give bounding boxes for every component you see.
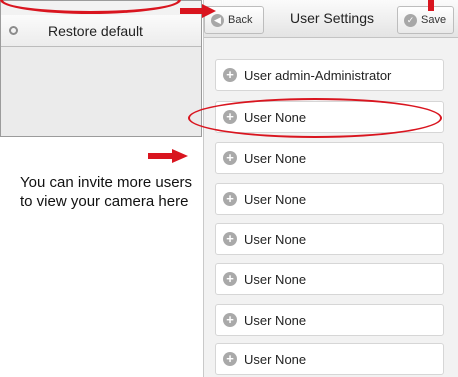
user-row[interactable]: + User None	[215, 263, 444, 295]
plus-icon: +	[223, 313, 237, 327]
plus-icon: +	[223, 151, 237, 165]
user-row-admin[interactable]: + User admin-Administrator	[215, 59, 444, 91]
red-arrow-down-icon	[428, 0, 434, 11]
save-button-label: Save	[421, 14, 447, 26]
plus-icon: +	[223, 232, 237, 246]
user-row[interactable]: + User None	[215, 183, 444, 215]
plus-icon: +	[223, 352, 237, 366]
red-arrow-icon	[180, 4, 216, 18]
highlight-oval-user-row	[188, 98, 442, 138]
user-row[interactable]: + User None	[215, 343, 444, 375]
user-row[interactable]: + User None	[215, 142, 444, 174]
user-label: User admin-Administrator	[244, 67, 392, 83]
check-icon: ✓	[404, 13, 417, 27]
user-label: User None	[244, 271, 307, 287]
settings-menu-panel: Restore default	[0, 0, 202, 137]
red-arrow-icon	[148, 149, 188, 163]
user-label: User None	[244, 231, 307, 247]
plus-icon: +	[223, 272, 237, 286]
gear-icon	[9, 26, 18, 35]
restore-default-item[interactable]: Restore default	[1, 15, 201, 47]
user-label: User None	[244, 351, 307, 367]
user-row[interactable]: + User None	[215, 223, 444, 255]
plus-icon: +	[223, 192, 237, 206]
restore-default-label: Restore default	[48, 22, 143, 39]
page-title: User Settings	[289, 10, 375, 26]
user-row[interactable]: + User None	[215, 304, 444, 336]
user-label: User None	[244, 150, 307, 166]
user-settings-panel: ◀ Back User Settings ✓ Save + User admin…	[203, 0, 458, 377]
plus-icon: +	[223, 68, 237, 82]
callout-text: You can invite more users to view your c…	[20, 174, 193, 210]
user-label: User None	[244, 191, 307, 207]
user-label: User None	[244, 312, 307, 328]
back-button-label: Back	[228, 14, 253, 26]
header-bar: ◀ Back User Settings ✓ Save	[204, 0, 458, 38]
